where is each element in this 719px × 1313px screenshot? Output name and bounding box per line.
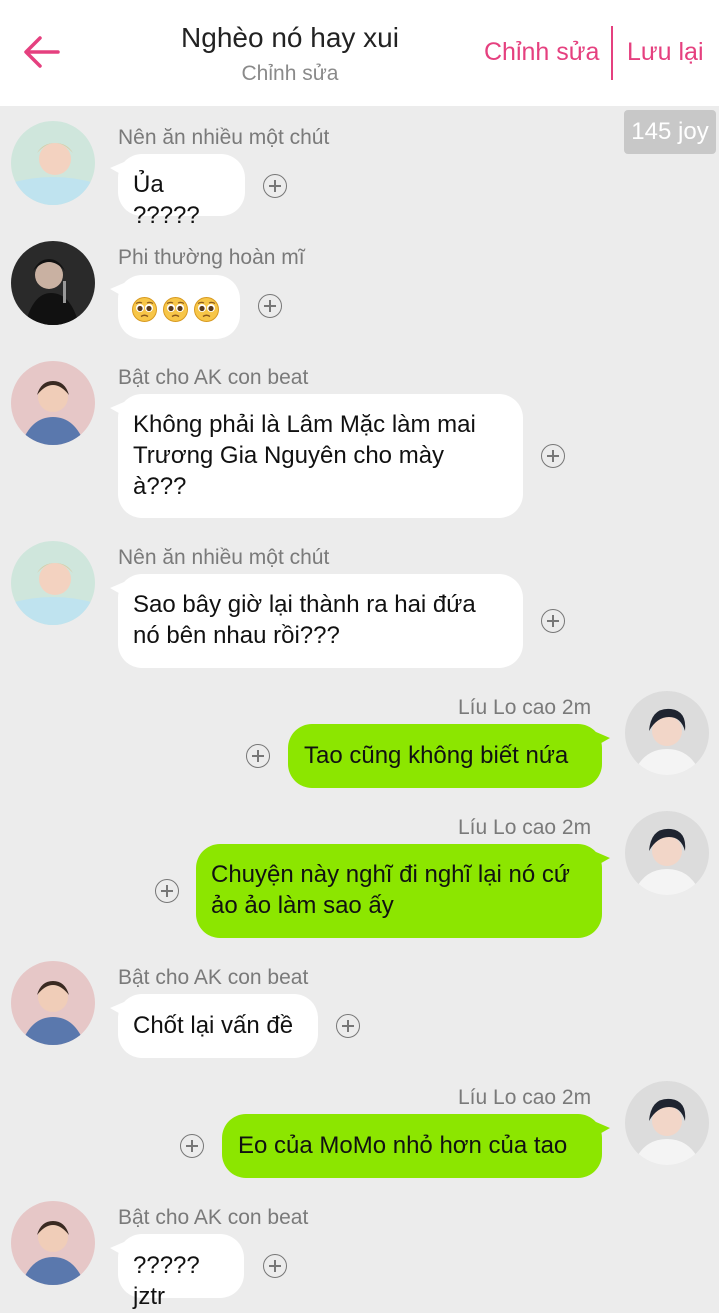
- header-divider: [611, 26, 613, 80]
- message-text-line: Trương Gia Nguyên cho mày: [133, 442, 445, 469]
- avatar[interactable]: [11, 541, 95, 625]
- sender-name: Phi thường hoàn mĩ: [118, 246, 305, 269]
- add-reaction-icon[interactable]: [541, 609, 565, 633]
- chat-title: Nghèo nó hay xui: [181, 22, 399, 53]
- message-bubble[interactable]: [110, 275, 240, 339]
- chat-subtitle: Chỉnh sửa: [241, 62, 339, 85]
- message-text-line: à???: [133, 473, 187, 500]
- message-bubble[interactable]: Eo của MoMo nhỏ hơn của tao: [222, 1114, 610, 1178]
- add-reaction-icon[interactable]: [258, 294, 282, 318]
- message-text-line: ảo ảo làm sao ấy: [211, 892, 394, 919]
- message-text-line: Không phải là Lâm Mặc làm mai: [133, 411, 476, 438]
- add-reaction-icon[interactable]: [155, 879, 179, 903]
- message-bubble[interactable]: Tao cũng không biết nứa: [288, 724, 610, 788]
- message-text-line: Chuyện này nghĩ đi nghĩ lại nó cứ: [211, 861, 570, 888]
- sender-name: Bật cho AK con beat: [118, 366, 309, 389]
- add-reaction-icon[interactable]: [246, 744, 270, 768]
- sender-name: Líu Lo cao 2m: [458, 696, 592, 719]
- avatar[interactable]: [11, 241, 95, 325]
- message-text: Ủa ?????: [133, 171, 200, 229]
- sender-name: Líu Lo cao 2m: [458, 1086, 592, 1109]
- message-bubble[interactable]: Sao bây giờ lại thành ra hai đứa nó bên …: [110, 574, 523, 668]
- pleading-face-icon: [132, 297, 157, 323]
- message-text: Eo của MoMo nhỏ hơn của tao: [238, 1132, 568, 1159]
- message-text: Chốt lại vấn đề: [133, 1012, 294, 1039]
- sender-name: Nên ăn nhiều một chút: [118, 126, 330, 149]
- add-reaction-icon[interactable]: [263, 174, 287, 198]
- edit-button[interactable]: Chỉnh sửa: [484, 38, 599, 67]
- sender-name: Bật cho AK con beat: [118, 1206, 309, 1229]
- add-reaction-icon[interactable]: [541, 444, 565, 468]
- avatar[interactable]: [625, 1081, 709, 1165]
- add-reaction-icon[interactable]: [180, 1134, 204, 1158]
- pleading-face-icon: [194, 297, 219, 323]
- joy-badge: 145 joy: [624, 110, 716, 154]
- save-button[interactable]: Lưu lại: [627, 38, 704, 67]
- pleading-face-icon: [163, 297, 188, 323]
- message-text: ?????jztr: [133, 1252, 200, 1310]
- add-reaction-icon[interactable]: [336, 1014, 360, 1038]
- message-bubble[interactable]: Ủa ?????: [110, 154, 245, 229]
- message-bubble[interactable]: Chuyện này nghĩ đi nghĩ lại nó cứ ảo ảo …: [196, 844, 610, 938]
- avatar[interactable]: [11, 961, 95, 1045]
- message-text: Tao cũng không biết nứa: [304, 742, 569, 769]
- add-reaction-icon[interactable]: [263, 1254, 287, 1278]
- message-bubble[interactable]: Không phải là Lâm Mặc làm mai Trương Gia…: [110, 394, 523, 518]
- message-bubble[interactable]: ?????jztr: [110, 1234, 244, 1310]
- avatar[interactable]: [625, 691, 709, 775]
- chat-header: Nghèo nó hay xui Chỉnh sửa Chỉnh sửa Lưu…: [0, 0, 719, 106]
- message-bubble[interactable]: Chốt lại vấn đề: [110, 994, 318, 1058]
- message-text-line: nó bên nhau rồi???: [133, 622, 340, 649]
- sender-name: Líu Lo cao 2m: [458, 816, 592, 839]
- back-arrow-icon[interactable]: [20, 30, 64, 74]
- avatar[interactable]: [625, 811, 709, 895]
- message-text-line: Sao bây giờ lại thành ra hai đứa: [133, 591, 476, 618]
- avatar[interactable]: [11, 361, 95, 445]
- sender-name: Bật cho AK con beat: [118, 966, 309, 989]
- sender-name: Nên ăn nhiều một chút: [118, 546, 330, 569]
- avatar[interactable]: [11, 1201, 95, 1285]
- avatar[interactable]: [11, 121, 95, 205]
